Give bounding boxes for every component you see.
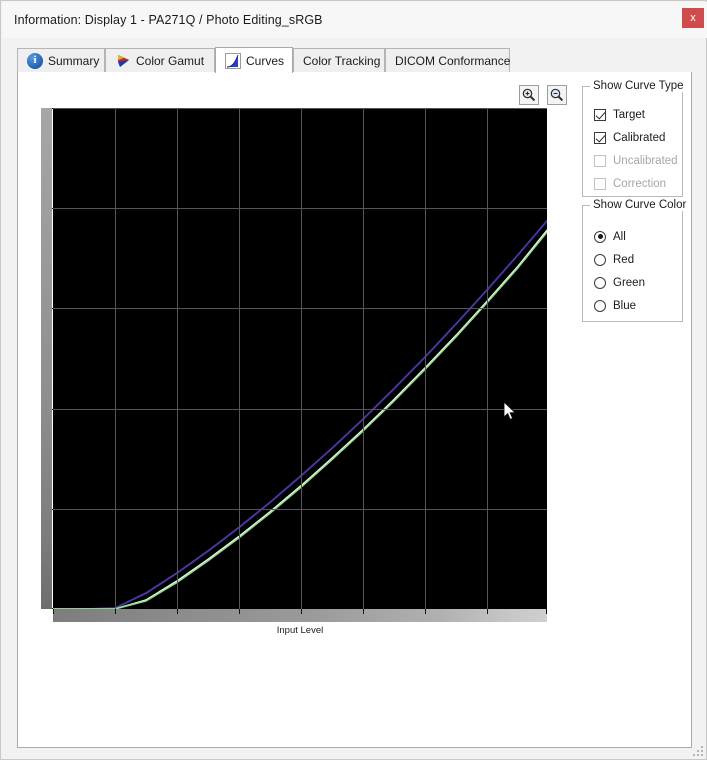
gridline-vertical [301,108,302,609]
checkbox-target-label: Target [613,108,645,121]
x-tick-mark [301,609,302,614]
radio-row-all[interactable]: All [594,228,626,245]
tab-dicom-conformance[interactable]: DICOM Conformance [385,48,510,73]
checkbox-row-correction: Correction [594,175,666,192]
chart-series-line [53,220,547,609]
chart-plot-area[interactable] [53,108,547,609]
x-tick-mark [487,609,488,614]
checkbox-calibrated-label: Calibrated [613,131,666,144]
tab-curves-label: Curves [246,53,285,68]
x-tick-mark [425,609,426,614]
gridline-horizontal [53,208,547,209]
color-triangle-icon [115,53,131,69]
gridline-vertical [425,108,426,609]
radio-green-label: Green [613,276,645,289]
close-button[interactable]: x [682,8,704,28]
radio-red-icon[interactable] [594,253,606,266]
radio-blue-icon[interactable] [594,299,606,312]
chart-x-ticks [53,609,547,614]
tab-color-tracking[interactable]: Color Tracking [293,48,385,73]
checkbox-uncalibrated-label: Uncalibrated [613,154,678,167]
show-curve-color-group: Show Curve Color All Red Green Blue [582,199,690,322]
checkbox-correction-icon [594,177,606,190]
radio-all-icon[interactable] [594,230,606,243]
chart-series-line [53,229,547,609]
radio-red-label: Red [613,253,635,266]
window-title: Information: Display 1 - PA271Q / Photo … [14,13,323,27]
radio-row-green[interactable]: Green [594,274,645,291]
radio-green-icon[interactable] [594,276,606,289]
show-curve-color-title: Show Curve Color [590,199,690,211]
gridline-vertical [115,108,116,609]
gridline-vertical [487,108,488,609]
gridline-vertical [239,108,240,609]
tab-color-gamut-label: Color Gamut [136,54,205,68]
checkbox-target-icon[interactable] [594,108,606,121]
x-tick-mark [53,609,54,614]
gridline-horizontal [53,308,547,309]
radio-all-label: All [613,230,626,243]
tab-dicom-conformance-label: DICOM Conformance [395,54,511,68]
gridline-vertical [363,108,364,609]
tab-color-gamut[interactable]: Color Gamut [105,48,215,73]
window-frame: Information: Display 1 - PA271Q / Photo … [0,0,707,760]
checkbox-correction-label: Correction [613,177,667,190]
tab-curves[interactable]: Curves [215,47,293,73]
tab-summary-label: Summary [48,54,100,68]
curves-icon [225,52,241,69]
checkbox-row-uncalibrated: Uncalibrated [594,152,678,169]
chart-series-line [53,231,547,609]
app-root: Information: Display 1 - PA271Q / Photo … [0,0,707,760]
tab-summary[interactable]: i Summary [17,48,105,73]
radio-row-blue[interactable]: Blue [594,297,636,314]
close-icon: x [690,12,696,24]
info-icon: i [27,53,43,69]
tab-color-tracking-label: Color Tracking [303,54,381,68]
show-curve-type-title: Show Curve Type [590,80,687,92]
gridline-horizontal [53,509,547,510]
resize-grip[interactable] [691,744,703,756]
curves-chart: Output Luminance Input Level [29,101,574,636]
gridline-horizontal [53,108,547,109]
gridline-horizontal [53,409,547,410]
chart-y-axis-ramp [41,108,52,609]
x-tick-mark [546,609,547,614]
chart-x-axis-label: Input Level [276,625,324,636]
chart-series-svg [53,219,547,609]
radio-row-red[interactable]: Red [594,251,634,268]
x-tick-mark [177,609,178,614]
x-tick-mark [363,609,364,614]
x-tick-mark [239,609,240,614]
show-curve-type-group: Show Curve Type Target Calibrated Uncali… [582,80,687,197]
x-tick-mark [115,609,116,614]
chart-series-line [53,219,547,609]
tabstrip: i Summary Color Gamut Curves Color Track… [17,47,692,73]
gridline-vertical [177,108,178,609]
checkbox-uncalibrated-icon [594,154,606,167]
radio-blue-label: Blue [613,299,637,312]
checkbox-calibrated-icon[interactable] [594,131,606,144]
checkbox-row-target[interactable]: Target [594,106,645,123]
checkbox-row-calibrated[interactable]: Calibrated [594,129,665,146]
window-titlebar: Information: Display 1 - PA271Q / Photo … [2,2,707,38]
